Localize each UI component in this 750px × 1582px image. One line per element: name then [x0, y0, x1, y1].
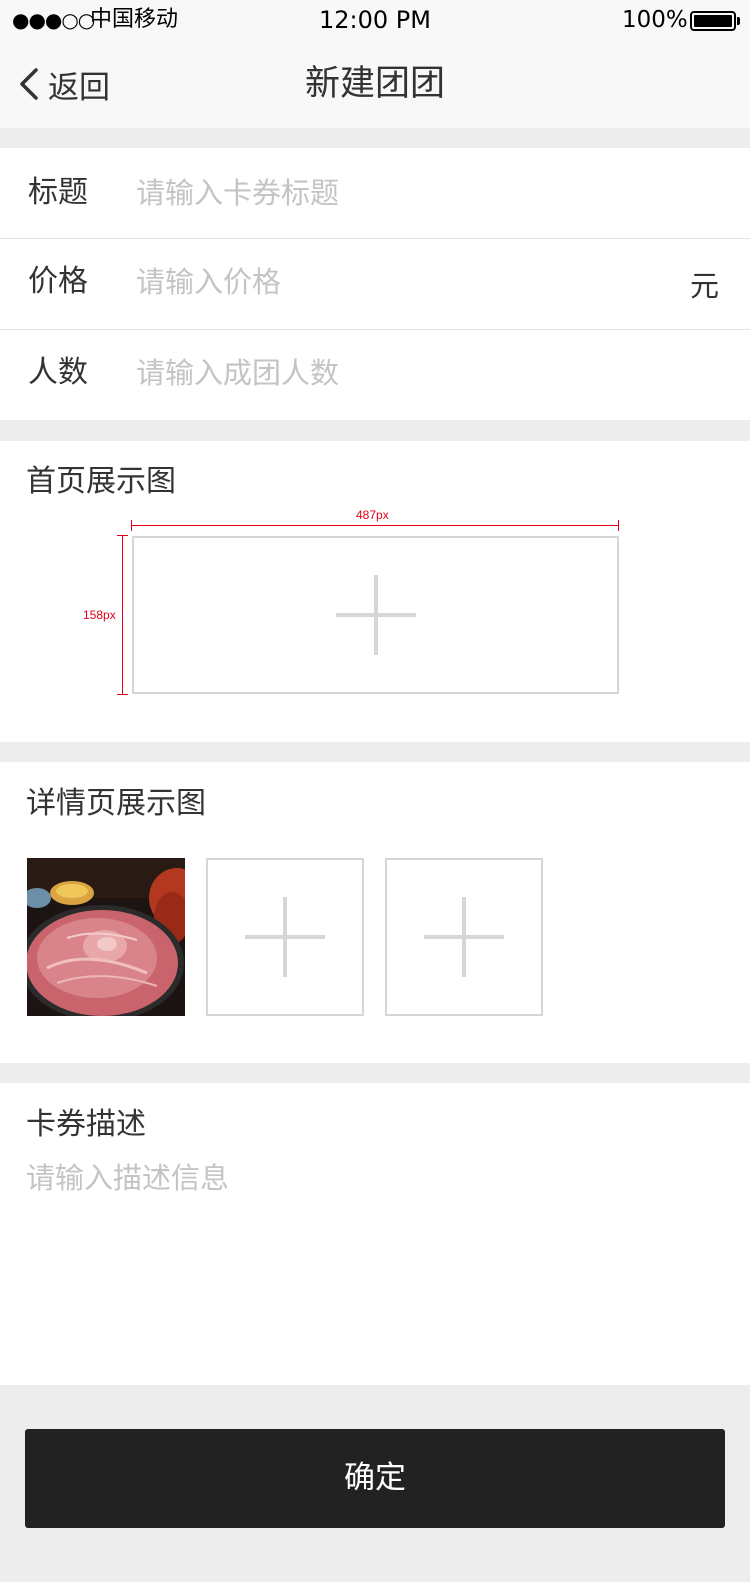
page-title: 新建团团 — [304, 64, 445, 104]
price-input[interactable] — [136, 260, 656, 304]
home-image-upload-box[interactable] — [132, 536, 619, 694]
meat-photo — [27, 858, 185, 1016]
people-count-input[interactable] — [136, 351, 656, 395]
description-title: 卡券描述 — [26, 1107, 146, 1142]
detail-image-upload-box[interactable] — [206, 858, 364, 1016]
battery-icon — [690, 11, 736, 31]
home-image-title: 首页展示图 — [26, 464, 176, 499]
title-label: 标题 — [28, 175, 88, 210]
row-divider — [0, 329, 750, 330]
width-dimension-tick-right — [618, 520, 619, 531]
title-input[interactable] — [136, 171, 656, 215]
detail-image-title: 详情页展示图 — [26, 786, 206, 821]
people-label: 人数 — [28, 355, 88, 390]
plus-icon-vertical — [373, 575, 378, 655]
width-annotation: 487px — [356, 508, 389, 522]
width-dimension-line — [131, 525, 619, 526]
plus-icon-vertical — [283, 897, 287, 977]
height-annotation: 158px — [83, 608, 116, 622]
battery-percentage: 100% — [622, 7, 688, 33]
height-dimension-tick-top — [117, 535, 128, 536]
row-divider — [0, 238, 750, 239]
height-dimension-line — [122, 535, 123, 695]
plus-icon-vertical — [462, 897, 466, 977]
price-label: 价格 — [28, 264, 88, 299]
price-unit-label: 元 — [690, 269, 720, 303]
confirm-button[interactable]: 确定 — [25, 1429, 725, 1528]
width-dimension-tick-left — [131, 520, 132, 531]
height-dimension-tick-bottom — [117, 694, 128, 695]
description-textarea[interactable] — [26, 1156, 724, 1356]
detail-image-thumbnail[interactable] — [27, 858, 185, 1016]
battery-cap — [737, 17, 740, 25]
detail-image-upload-box[interactable] — [385, 858, 543, 1016]
